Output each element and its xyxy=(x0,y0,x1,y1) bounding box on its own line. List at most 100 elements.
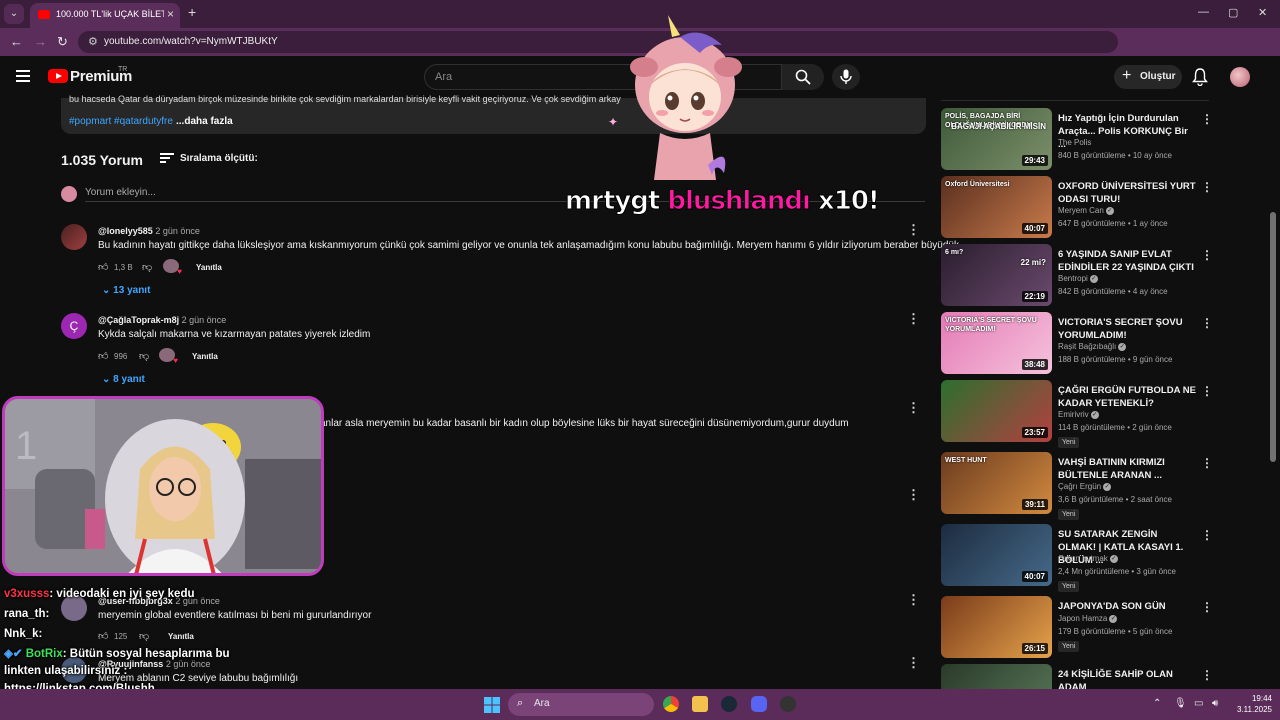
video-title[interactable]: VICTORIA'S SECRET ŞOVU YORUMLADIM! xyxy=(1058,316,1198,342)
video-channel[interactable]: Çağrı Ergün ✓ xyxy=(1058,482,1112,491)
video-menu-icon[interactable]: ⋮ xyxy=(1201,112,1213,126)
video-title[interactable]: 6 YAŞINDA SANIP EVLAT EDİNDİLER 22 YAŞIN… xyxy=(1058,248,1198,274)
video-menu-icon[interactable]: ⋮ xyxy=(1201,456,1213,470)
sort-icon[interactable] xyxy=(160,153,174,164)
reply-button[interactable]: Yanıtla xyxy=(196,263,222,272)
scrollbar-thumb[interactable] xyxy=(1270,212,1276,462)
dislike-icon[interactable]: 👎︎ xyxy=(139,630,149,642)
like-icon[interactable]: 👍︎ xyxy=(98,350,108,362)
video-thumbnail[interactable]: WEST HUNT 39:11 xyxy=(941,452,1052,514)
tab-search-dropdown[interactable]: ⌄ xyxy=(4,4,24,24)
maximize-button[interactable]: ▢ xyxy=(1228,6,1238,19)
description-hashtags[interactable]: #popmart #qatardutyfre xyxy=(69,116,173,127)
search-button[interactable] xyxy=(782,64,824,90)
chrome-icon[interactable] xyxy=(663,696,679,712)
show-more-link[interactable]: ...daha fazla xyxy=(176,116,233,127)
comment-menu-icon[interactable]: ⋮ xyxy=(907,487,920,503)
related-video-item[interactable]: VICTORIA'S SECRET ŞOVU YORUMLADIM! 38:48 V… xyxy=(941,312,1213,376)
comment-avatar[interactable] xyxy=(61,224,87,250)
video-title[interactable]: VAHŞİ BATININ KIRMIZI BÜLTENLE ARANAN ..… xyxy=(1058,456,1198,482)
youtube-logo-icon[interactable] xyxy=(48,69,68,83)
comment-text: meryemin global eventlere katılması bi b… xyxy=(98,610,372,621)
video-title[interactable]: ÇAĞRI ERGÜN FUTBOLDA NE KADAR YETENEKLİ? xyxy=(1058,384,1198,410)
related-video-item[interactable]: 26:15 JAPONYA'DA SON GÜN Japon Hamza ✓ 179 B… xyxy=(941,596,1213,660)
video-thumbnail[interactable]: VICTORIA'S SECRET ŞOVU YORUMLADIM! 38:48 xyxy=(941,312,1052,374)
comment-author[interactable]: @lonelyy585 2 gün önce xyxy=(98,226,200,236)
video-thumbnail[interactable]: Oxford Üniversitesi 40:07 xyxy=(941,176,1052,238)
video-channel[interactable]: Bentropi✓ xyxy=(1058,274,1098,283)
comment-author[interactable]: @ÇağlaToprak-m8j 2 gün önce xyxy=(98,315,226,325)
video-thumbnail[interactable]: 40:07 xyxy=(941,524,1052,586)
back-arrow-icon[interactable]: ← xyxy=(10,34,23,49)
video-menu-icon[interactable]: ⋮ xyxy=(1201,248,1213,262)
comment-menu-icon[interactable]: ⋮ xyxy=(907,400,920,416)
add-comment-input[interactable]: Yorum ekleyin... xyxy=(85,187,156,198)
discord-icon[interactable] xyxy=(751,696,767,712)
like-icon[interactable]: 👍︎ xyxy=(98,261,108,273)
related-video-item[interactable]: 23:57 ÇAĞRI ERGÜN FUTBOLDA NE KADAR YETEN… xyxy=(941,380,1213,448)
app-icon[interactable] xyxy=(780,696,796,712)
video-menu-icon[interactable]: ⋮ xyxy=(1201,600,1213,614)
notifications-bell-icon[interactable] xyxy=(1192,68,1208,86)
like-icon[interactable]: 👍︎ xyxy=(98,630,108,642)
comment-avatar[interactable]: Ç xyxy=(61,313,87,339)
minimize-button[interactable]: — xyxy=(1198,6,1209,18)
reply-button[interactable]: Yanıtla xyxy=(192,352,218,361)
forward-arrow-icon[interactable]: → xyxy=(34,34,47,49)
view-replies-button[interactable]: ⌄ 8 yanıt xyxy=(102,374,145,385)
browser-tab-active[interactable]: 100.000 TL'lik UÇAK BİLETİ İle D × xyxy=(30,3,180,28)
video-thumbnail[interactable]: POLİS, BAGAJDA BİRİ OLDUĞUNU BİLMİYORDU B… xyxy=(941,108,1052,170)
close-window-button[interactable]: ✕ xyxy=(1258,6,1267,19)
video-channel[interactable]: Japon Hamza ✓ xyxy=(1058,614,1118,623)
view-replies-button[interactable]: ⌄ 13 yanıt xyxy=(102,285,150,296)
video-title[interactable]: JAPONYA'DA SON GÜN xyxy=(1058,600,1198,613)
video-menu-icon[interactable]: ⋮ xyxy=(1201,180,1213,194)
steam-icon[interactable] xyxy=(721,696,737,712)
video-description[interactable]: bu hacseda Qatar da düryadam birçok müze… xyxy=(61,94,926,134)
video-channel[interactable]: The Polis xyxy=(1058,138,1091,147)
reply-button[interactable]: Yanıtla xyxy=(168,632,194,641)
video-thumbnail[interactable]: 6 mı? 22 mi? 22:19 xyxy=(941,244,1052,306)
comment-menu-icon[interactable]: ⋮ xyxy=(907,311,920,327)
reload-icon[interactable]: ↻ xyxy=(57,34,68,50)
video-channel[interactable]: Meryem Can ✓ xyxy=(1058,206,1114,215)
hamburger-menu-icon[interactable] xyxy=(16,70,30,82)
video-title[interactable]: OXFORD ÜNİVERSİTESİ YURT ODASI TURU! xyxy=(1058,180,1198,206)
tray-volume-icon[interactable]: 🔊︎ xyxy=(1212,698,1218,709)
voice-search-button[interactable] xyxy=(832,64,860,90)
create-button[interactable]: + Oluştur xyxy=(1114,65,1182,89)
tray-chevron-icon[interactable]: ⌃ xyxy=(1153,698,1161,709)
taskbar-search-input[interactable]: ⌕ Ara xyxy=(508,693,654,716)
tray-network-icon[interactable]: ▭ xyxy=(1194,698,1203,709)
system-clock[interactable]: 19:44 3.11.2025 xyxy=(1228,693,1272,715)
video-menu-icon[interactable]: ⋮ xyxy=(1201,528,1213,542)
dislike-icon[interactable]: 👎︎ xyxy=(139,350,149,362)
related-video-item[interactable]: Oxford Üniversitesi 40:07 OXFORD ÜNİVERSİT… xyxy=(941,176,1213,240)
video-menu-icon[interactable]: ⋮ xyxy=(1201,316,1213,330)
related-video-item[interactable]: POLİS, BAGAJDA BİRİ OLDUĞUNU BİLMİYORDU B… xyxy=(941,108,1213,172)
comment-menu-icon[interactable]: ⋮ xyxy=(907,592,920,608)
tray-mic-icon[interactable]: 🎙︎ xyxy=(1174,698,1187,709)
related-video-item[interactable]: 40:07 SU SATARAK ZENGİN OLMAK! | KATLA KA… xyxy=(941,524,1213,592)
page-scrollbar[interactable] xyxy=(1270,100,1276,690)
file-explorer-icon[interactable] xyxy=(692,696,708,712)
new-tab-button[interactable]: + xyxy=(188,4,196,20)
video-thumbnail[interactable]: 23:57 xyxy=(941,380,1052,442)
video-channel[interactable]: Orkun Işıtmak ✓ xyxy=(1058,554,1118,563)
related-video-item[interactable]: 6 mı? 22 mi? 22:19 6 YAŞINDA SANIP EVLAT ED… xyxy=(941,244,1213,308)
account-avatar[interactable] xyxy=(1230,67,1250,87)
windows-start-icon[interactable] xyxy=(484,697,500,713)
video-thumbnail[interactable]: 26:15 xyxy=(941,596,1052,658)
video-channel[interactable]: Emirivriv ✓ xyxy=(1058,410,1099,419)
comment-menu-icon[interactable]: ⋮ xyxy=(907,222,920,238)
site-info-icon[interactable]: ⚙ xyxy=(88,35,98,48)
dislike-icon[interactable]: 👎︎ xyxy=(142,261,152,273)
video-menu-icon[interactable]: ⋮ xyxy=(1201,668,1213,682)
tab-close-icon[interactable]: × xyxy=(167,7,174,21)
url-field[interactable]: ⚙ youtube.com/watch?v=NymWTJBUKtY xyxy=(78,31,1118,53)
comment-menu-icon[interactable]: ⋮ xyxy=(907,655,920,671)
related-video-item[interactable]: WEST HUNT 39:11 VAHŞİ BATININ KIRMIZI BÜLT… xyxy=(941,452,1213,520)
sort-button[interactable]: Sıralama ölçütü: xyxy=(180,153,258,164)
video-menu-icon[interactable]: ⋮ xyxy=(1201,384,1213,398)
video-channel[interactable]: Raşit Bağzıbağlı ✓ xyxy=(1058,342,1127,351)
